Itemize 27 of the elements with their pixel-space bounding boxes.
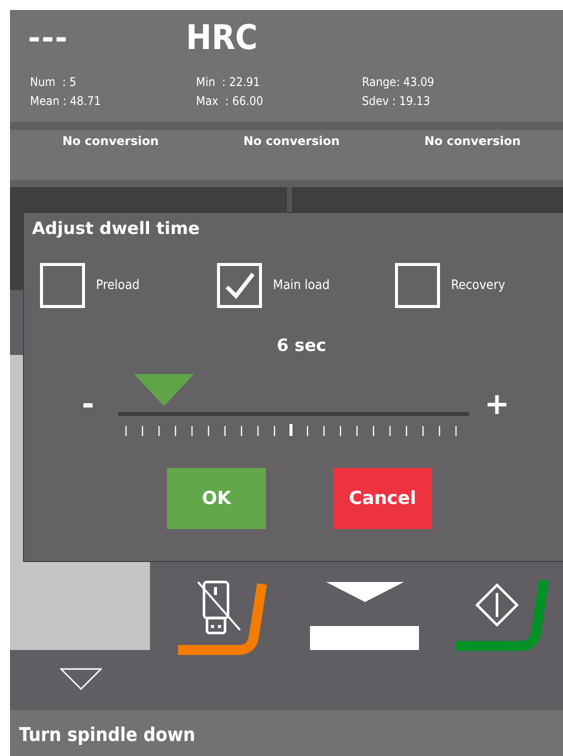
check-icon <box>222 270 256 300</box>
checkbox-option[interactable]: Recovery <box>395 263 563 308</box>
lower-spindle-icon[interactable] <box>310 580 420 652</box>
decrease-button[interactable]: - <box>58 390 118 420</box>
checkbox[interactable] <box>40 263 85 308</box>
statistic-value: Range: 43.09 <box>362 75 436 89</box>
dialog-title: Adjust dwell time <box>32 219 200 239</box>
statistic-value: Min : 22.91 <box>196 75 261 89</box>
checkbox[interactable] <box>395 263 440 308</box>
increase-button[interactable]: + <box>477 390 517 420</box>
cancel-button[interactable]: Cancel <box>333 468 432 529</box>
statistic-value: Mean : 48.71 <box>30 94 102 108</box>
status-message: Turn spindle down <box>19 724 196 746</box>
checkbox[interactable] <box>217 263 262 308</box>
conversion-label: No conversion <box>61 134 160 148</box>
statistic-value: Sdev : 19.13 <box>362 94 432 108</box>
down-triangle-icon[interactable] <box>60 668 102 690</box>
hardness-scale: HRC <box>186 18 258 58</box>
conversion-label: No conversion <box>242 134 341 148</box>
conversion-label: No conversion <box>423 134 522 148</box>
statistic-value: Num : 5 <box>30 75 78 89</box>
statistic-value: Max : 66.00 <box>196 94 264 108</box>
checkbox-option[interactable]: Main load <box>217 263 395 308</box>
measurement-value: --- <box>28 20 70 56</box>
dwell-time-reading: 6 sec <box>276 336 326 356</box>
checkbox-option[interactable]: Preload <box>40 263 217 308</box>
slider-thumb[interactable] <box>134 374 194 406</box>
